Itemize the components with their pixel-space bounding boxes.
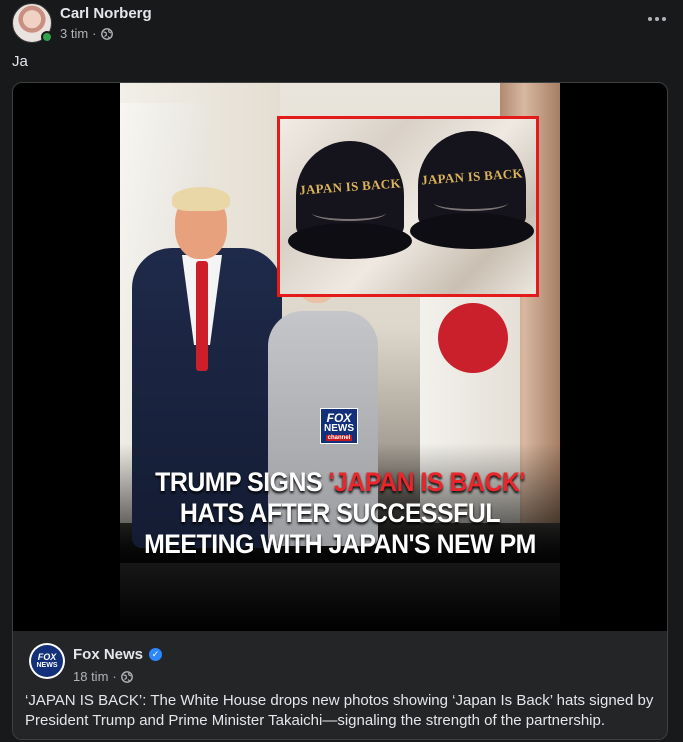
author-name[interactable]: Carl Norberg <box>60 5 152 22</box>
source-name[interactable]: Fox News <box>73 646 143 663</box>
post-text: Ja <box>12 53 28 70</box>
hat-left: JAPAN IS BACK <box>288 141 412 261</box>
verified-badge-icon: ✓ <box>149 648 163 661</box>
globe-icon[interactable] <box>120 670 133 683</box>
post-time[interactable]: 3 tim <box>60 26 88 41</box>
source-meta: 18 tim · <box>73 669 133 684</box>
person-left-hair <box>172 187 230 211</box>
online-status-icon <box>41 31 53 43</box>
hat-left-signature <box>312 205 386 221</box>
hats-inset-photo: JAPAN IS BACK JAPAN IS BACK <box>277 116 539 297</box>
source-name-row: Fox News ✓ <box>73 646 163 663</box>
headline-part-1: TRUMP SIGNS <box>155 467 329 497</box>
post-header: Carl Norberg 3 tim · <box>12 3 671 47</box>
source-avatar[interactable]: FOX NEWS <box>29 643 65 679</box>
photo-composite: JAPAN IS BACK JAPAN IS BACK FOX NEWS chann… <box>120 83 560 631</box>
headline-part-2: HATS AFTER SUCCESSFUL MEETING WITH JAPAN… <box>144 498 536 559</box>
post-meta: 3 tim · <box>60 26 113 41</box>
meta-separator: · <box>92 26 97 41</box>
globe-icon[interactable] <box>100 27 113 40</box>
fox-news-logo: FOX NEWS channel <box>320 408 358 444</box>
headline-accent: 'JAPAN IS BACK' <box>328 467 526 497</box>
shared-image[interactable]: JAPAN IS BACK JAPAN IS BACK FOX NEWS chann… <box>13 83 667 631</box>
shared-post-footer: FOX NEWS Fox News ✓ 18 tim · ‘JAPAN IS BA… <box>13 631 667 739</box>
source-time[interactable]: 18 tim <box>73 669 108 684</box>
image-headline: TRUMP SIGNS 'JAPAN IS BACK' HATS AFTER S… <box>138 467 543 560</box>
author-avatar[interactable] <box>12 3 53 43</box>
hat-right: JAPAN IS BACK <box>410 131 534 251</box>
shared-post-caption: ‘JAPAN IS BACK’: The White House drops n… <box>25 692 654 729</box>
shared-post-card[interactable]: JAPAN IS BACK JAPAN IS BACK FOX NEWS chann… <box>12 82 668 740</box>
source-meta-separator: · <box>112 669 117 684</box>
hat-right-signature <box>434 195 508 211</box>
fox-news-avatar-logo: FOX NEWS <box>31 645 63 677</box>
more-options-icon[interactable] <box>643 9 671 29</box>
person-left-tie <box>196 261 208 371</box>
feed-post: Carl Norberg 3 tim · Ja JAPAN IS BACK JA… <box>0 0 683 742</box>
